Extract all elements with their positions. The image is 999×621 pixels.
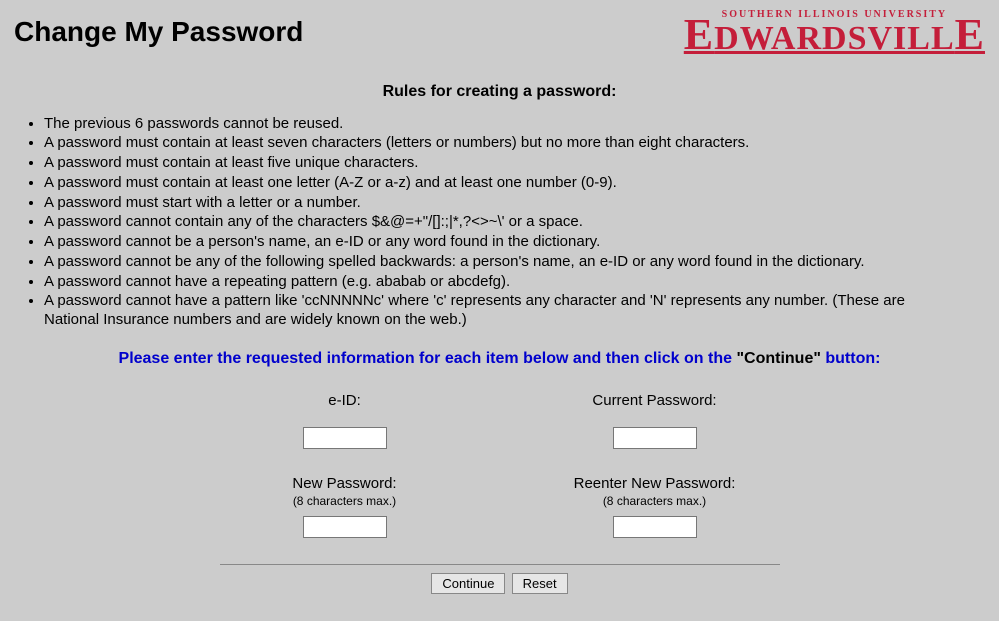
rule-item: A password must contain at least seven c… [44, 134, 955, 153]
rules-heading: Rules for creating a password: [14, 83, 985, 101]
form-instruction: Please enter the requested information f… [14, 350, 985, 368]
page-title: Change My Password [14, 16, 303, 48]
current-password-input[interactable] [613, 427, 697, 449]
rule-item: A password must contain at least one let… [44, 174, 955, 193]
rule-item: A password must contain at least five un… [44, 154, 955, 173]
new-password-label: New Password: [220, 475, 470, 492]
reenter-password-hint: (8 characters max.) [530, 494, 780, 508]
rules-list: The previous 6 passwords cannot be reuse… [44, 115, 985, 330]
reenter-password-label: Reenter New Password: [530, 475, 780, 492]
rule-item: A password cannot be a person's name, an… [44, 233, 955, 252]
new-password-hint: (8 characters max.) [220, 494, 470, 508]
current-password-label: Current Password: [530, 392, 780, 409]
eid-input[interactable] [303, 427, 387, 449]
rule-item: A password cannot be any of the followin… [44, 253, 955, 272]
logo-small-text: SOUTHERN ILLINOIS UNIVERSITY [684, 10, 985, 19]
eid-label: e-ID: [220, 392, 470, 409]
rule-item: A password must start with a letter or a… [44, 194, 955, 213]
new-password-input[interactable] [303, 516, 387, 538]
password-form: e-ID: Current Password: New Password: (8… [220, 386, 780, 558]
university-logo: SOUTHERN ILLINOIS UNIVERSITY EDWARDSVILL… [684, 10, 985, 55]
logo-big-text: EDWARDSVILLE [684, 20, 985, 57]
continue-button[interactable]: Continue [431, 573, 505, 594]
reenter-password-input[interactable] [613, 516, 697, 538]
divider [220, 564, 780, 565]
rule-item: The previous 6 passwords cannot be reuse… [44, 115, 955, 134]
reset-button[interactable]: Reset [512, 573, 568, 594]
rule-item: A password cannot have a pattern like 'c… [44, 292, 955, 330]
rule-item: A password cannot contain any of the cha… [44, 213, 955, 232]
rule-item: A password cannot have a repeating patte… [44, 273, 955, 292]
